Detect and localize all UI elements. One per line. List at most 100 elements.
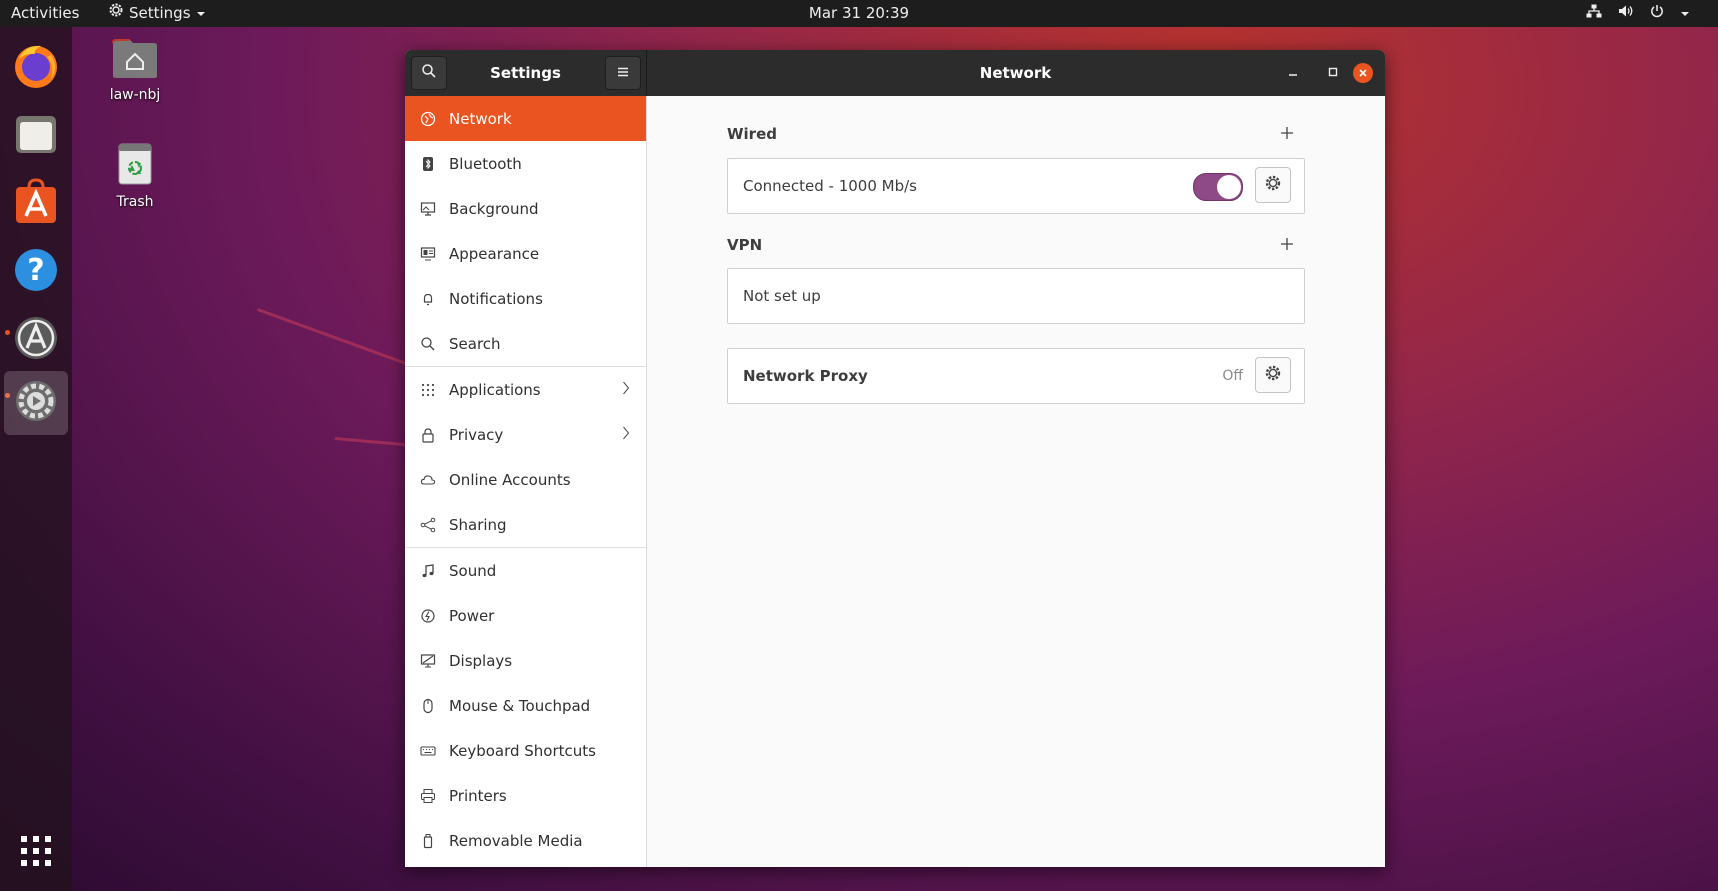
network-wired-icon[interactable] (1586, 0, 1602, 27)
maximize-button[interactable] (1323, 63, 1343, 83)
vpn-status: Not set up (743, 287, 821, 305)
sidebar-item-notifications[interactable]: Notifications (405, 276, 646, 321)
sidebar-item-removable-media[interactable]: Removable Media (405, 818, 646, 863)
files-launcher[interactable] (4, 104, 68, 168)
printer-icon (419, 787, 437, 805)
software-updater-icon (13, 315, 59, 365)
display-icon (419, 652, 437, 670)
search-button[interactable] (411, 56, 447, 90)
sidebar-item-label: Appearance (449, 244, 540, 263)
search-icon (421, 63, 437, 83)
software-store-launcher[interactable] (4, 172, 68, 236)
sidebar-item-label: Sharing (449, 515, 507, 534)
hamburger-menu-icon (616, 64, 630, 82)
sidebar-item-sound[interactable]: Sound (405, 548, 646, 593)
sidebar-item-label: Network (449, 109, 512, 128)
sidebar-item-label: Mouse & Touchpad (449, 696, 591, 715)
sidebar-item-network[interactable]: Network (405, 96, 646, 141)
sidebar-item-background[interactable]: Background (405, 186, 646, 231)
sidebar-item-keyboard-shortcuts[interactable]: Keyboard Shortcuts (405, 728, 646, 773)
close-button[interactable] (1353, 63, 1373, 83)
home-folder-icon (90, 36, 180, 84)
clock[interactable]: Mar 31 20:39 (809, 4, 909, 22)
clock-container: Mar 31 20:39 (0, 0, 1718, 27)
sidebar-item-label: Background (449, 199, 539, 218)
network-proxy-row[interactable]: Network Proxy Off (727, 348, 1305, 404)
chevron-right-icon (622, 381, 630, 399)
sidebar-item-online-accounts[interactable]: Online Accounts (405, 457, 646, 502)
search-icon (419, 335, 437, 353)
music-note-icon (419, 562, 437, 580)
sidebar-item-label: Displays (449, 651, 513, 670)
bell-icon (419, 290, 437, 308)
desktop-icon-home[interactable]: law-nbj (90, 36, 180, 103)
sidebar-item-mouse-touchpad[interactable]: Mouse & Touchpad (405, 683, 646, 728)
desktop-icon-label: Trash (116, 194, 154, 210)
wired-status: Connected - 1000 Mb/s (743, 177, 917, 195)
desktop-icon-trash[interactable]: Trash (90, 141, 180, 210)
system-tray[interactable] (1586, 0, 1690, 27)
chevron-right-icon (622, 426, 630, 444)
wallpaper-line (256, 308, 409, 366)
wired-settings-button[interactable] (1255, 167, 1291, 203)
app-menu-label: Settings (129, 4, 191, 22)
settings-launcher[interactable] (4, 371, 68, 435)
sidebar-item-printers[interactable]: Printers (405, 773, 646, 818)
dock: ? (0, 27, 72, 891)
vpn-row: Not set up (727, 268, 1305, 324)
proxy-settings-button[interactable] (1255, 357, 1291, 393)
plus-icon (1280, 237, 1294, 255)
volume-icon[interactable] (1618, 0, 1634, 27)
help-launcher[interactable]: ? (4, 240, 68, 304)
power-icon[interactable] (1650, 0, 1664, 27)
sidebar-item-label: Keyboard Shortcuts (449, 741, 596, 760)
page-title: Network (979, 64, 1052, 82)
toggle-knob (1217, 175, 1241, 199)
apps-grid-icon (419, 381, 437, 399)
sidebar-item-label: Applications (449, 380, 541, 399)
sidebar-item-label: Online Accounts (449, 470, 571, 489)
keyboard-icon (419, 742, 437, 760)
svg-text:?: ? (27, 253, 44, 288)
sidebar-item-sharing[interactable]: Sharing (405, 502, 646, 547)
wired-connection-row: Connected - 1000 Mb/s (727, 158, 1305, 214)
sidebar-item-privacy[interactable]: Privacy (405, 412, 646, 457)
close-icon (1358, 64, 1368, 82)
sidebar-item-label: Notifications (449, 289, 543, 308)
add-vpn-button[interactable] (1277, 236, 1297, 256)
usb-drive-icon (419, 832, 437, 850)
minimize-button[interactable] (1283, 63, 1303, 83)
software-updater-launcher[interactable] (4, 308, 68, 372)
proxy-state: Off (1222, 368, 1243, 384)
share-icon (419, 516, 437, 534)
wallpaper-line (334, 437, 415, 447)
firefox-launcher[interactable] (4, 36, 68, 100)
power-icon (419, 607, 437, 625)
trash-icon (90, 141, 180, 191)
sidebar-item-applications[interactable]: Applications (405, 367, 646, 412)
sidebar-item-label: Privacy (449, 425, 504, 444)
settings-window: Settings Network Network Bluetooth Backg… (405, 50, 1385, 867)
cloud-icon (419, 471, 437, 489)
add-wired-button[interactable] (1277, 125, 1297, 145)
proxy-label: Network Proxy (743, 367, 868, 385)
sidebar-item-power[interactable]: Power (405, 593, 646, 638)
sidebar-item-bluetooth[interactable]: Bluetooth (405, 141, 646, 186)
sidebar-item-displays[interactable]: Displays (405, 638, 646, 683)
minimize-icon (1287, 64, 1299, 82)
wired-toggle[interactable] (1193, 173, 1243, 201)
network-icon (419, 110, 437, 128)
show-applications-button[interactable] (4, 821, 68, 885)
sidebar-item-search[interactable]: Search (405, 321, 646, 366)
gear-icon (1264, 364, 1282, 386)
network-panel: Wired Connected - 1000 Mb/s VPN Not set … (647, 96, 1385, 867)
sidebar-item-appearance[interactable]: Appearance (405, 231, 646, 276)
sidebar-item-label: Printers (449, 786, 507, 805)
top-bar: Activities Settings Mar 31 20:39 (0, 0, 1718, 27)
app-menu[interactable]: Settings (108, 0, 206, 27)
gear-icon (1264, 174, 1282, 196)
activities-button[interactable]: Activities (11, 0, 79, 27)
chevron-down-icon[interactable] (1680, 0, 1690, 27)
sidebar-item-label: Removable Media (449, 831, 583, 850)
menu-button[interactable] (605, 56, 641, 90)
